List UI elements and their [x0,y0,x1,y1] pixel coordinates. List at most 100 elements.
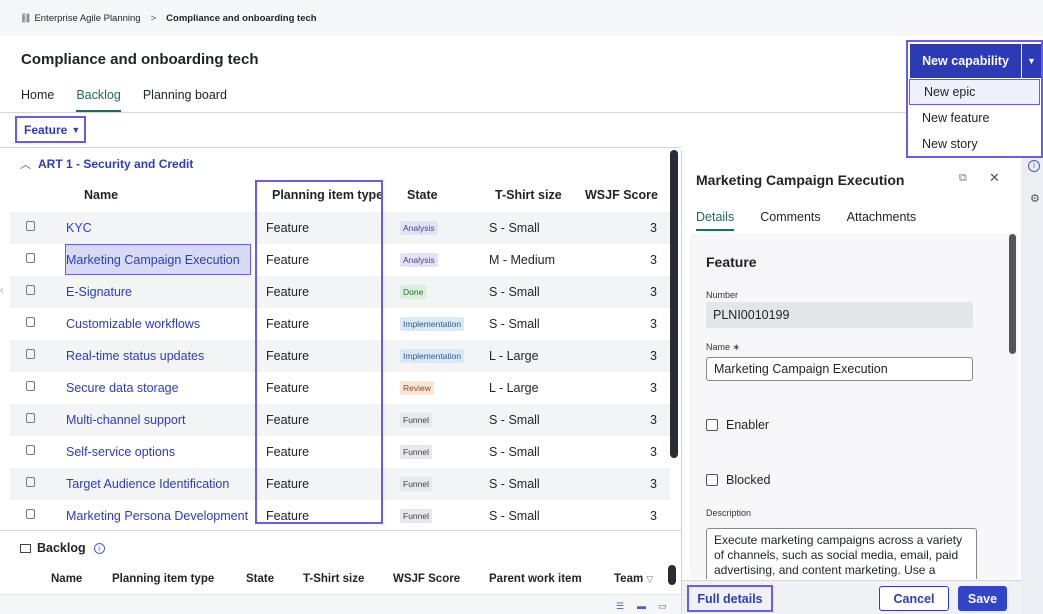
backlog-col-team-label: Team [614,573,644,585]
row-tshirt-size: S - Small [489,445,540,459]
full-details-link[interactable]: Full details [687,585,773,612]
status-badge: Implementation [400,349,465,363]
row-name-link[interactable]: Secure data storage [66,381,179,395]
panel-scrollbar[interactable] [1009,234,1016,354]
card-view-icon[interactable]: ▭ [658,601,667,612]
item-icon[interactable] [26,445,35,455]
menu-item-new-feature[interactable]: New feature [908,105,1041,131]
group-header[interactable]: ︿ ART 1 - Security and Credit [20,156,193,172]
compact-view-icon[interactable]: ☰ [616,601,624,612]
name-label: Name ∗ [706,342,740,353]
feature-filter-dropdown[interactable]: Feature ▼ [15,116,86,143]
backlog-scrollbar[interactable] [668,565,676,585]
status-badge: Analysis [400,221,438,235]
row-wsjf-score: 3 [650,445,657,459]
panel-tab-comments[interactable]: Comments [760,210,820,231]
enabler-checkbox[interactable]: Enabler [706,418,769,432]
open-external-icon[interactable]: ⧉ [959,172,967,185]
status-badge: Review [400,381,434,395]
row-name-link[interactable]: Multi-channel support [66,413,186,427]
item-icon[interactable] [26,349,35,359]
item-icon[interactable] [26,285,35,295]
item-icon[interactable] [26,221,35,231]
backlog-col-tshirt-size[interactable]: T-Shirt size [303,573,364,585]
new-capability-button[interactable]: New capability [910,44,1021,78]
name-input[interactable]: Marketing Campaign Execution [706,357,973,381]
tab-home[interactable]: Home [21,88,54,112]
col-header-name[interactable]: Name [84,188,118,202]
info-icon[interactable]: i [1028,160,1040,172]
save-button[interactable]: Save [958,586,1007,611]
col-header-state[interactable]: State [407,188,438,202]
row-wsjf-score: 3 [650,509,657,523]
chevron-down-icon[interactable]: ▼ [1022,44,1041,78]
row-name-link[interactable]: Marketing Persona Development [66,509,248,523]
menu-item-new-story[interactable]: New story [908,131,1041,157]
item-icon[interactable] [26,477,35,487]
panel-tab-attachments[interactable]: Attachments [847,210,916,231]
backlog-col-state[interactable]: State [246,573,274,585]
item-icon[interactable] [26,317,35,327]
row-wsjf-score: 3 [650,413,657,427]
item-icon[interactable] [26,253,35,263]
panel-tab-details[interactable]: Details [696,210,735,231]
row-name-link[interactable]: KYC [66,221,92,235]
gear-icon[interactable]: ⚙ [1030,192,1040,205]
backlog-col-parent-work-item[interactable]: Parent work item [489,573,582,585]
status-badge: Funnel [400,509,432,523]
row-wsjf-score: 3 [650,349,657,363]
grid-scrollbar[interactable] [670,150,678,458]
breadcrumb: ⛓ Enterprise Agile Planning > Compliance… [0,0,1043,36]
row-name-link[interactable]: Marketing Campaign Execution [66,253,240,267]
row-tshirt-size: S - Small [489,317,540,331]
backlog-section-title: Backlog i [20,541,105,555]
item-icon[interactable] [26,509,35,519]
backlog-col-name[interactable]: Name [51,573,82,585]
list-icon [20,543,31,553]
row-tshirt-size: S - Small [489,509,540,523]
enabler-checkbox-box[interactable] [706,419,718,431]
breadcrumb-separator: > [150,12,157,24]
row-wsjf-score: 3 [650,253,657,267]
new-capability-menu: New epic New feature New story [908,79,1041,157]
row-tshirt-size: S - Small [489,477,540,491]
col-header-tshirt-size[interactable]: T-Shirt size [495,188,562,202]
close-icon[interactable]: ✕ [989,170,1000,186]
feature-filter-label: Feature [24,122,68,137]
row-name-link[interactable]: Customizable workflows [66,317,200,331]
collapse-handle-icon[interactable]: ‹ [0,285,3,296]
description-textarea[interactable]: Execute marketing campaigns across a var… [706,528,977,579]
tabs-divider [0,112,906,113]
backlog-col-planning-item-type[interactable]: Planning item type [112,573,214,585]
filter-divider [0,147,681,148]
panel-footer: Full details Cancel Save [682,580,1022,614]
row-wsjf-score: 3 [650,317,657,331]
row-name-link[interactable]: E-Signature [66,285,132,299]
backlog-col-wsjf-score[interactable]: WSJF Score [393,573,460,585]
row-wsjf-score: 3 [650,285,657,299]
row-name-link[interactable]: Target Audience Identification [66,477,229,491]
tab-planning-board[interactable]: Planning board [143,88,227,112]
blocked-label: Blocked [726,473,771,487]
chevron-down-icon: ▼ [71,124,81,135]
row-name-link[interactable]: Real-time status updates [66,349,204,363]
chevron-up-icon[interactable]: ︿ [20,156,31,172]
tab-backlog[interactable]: Backlog [76,88,121,112]
panel-form: Feature Number PLNI0010199 Name ∗ Market… [690,234,1018,579]
menu-item-new-epic[interactable]: New epic [909,79,1040,105]
number-field: PLNI0010199 [706,302,973,328]
cancel-button[interactable]: Cancel [879,586,949,611]
blocked-checkbox-box[interactable] [706,474,718,486]
list-view-icon[interactable]: ▬ [637,601,646,611]
item-icon[interactable] [26,413,35,423]
row-name-link[interactable]: Self-service options [66,445,175,459]
blocked-checkbox[interactable]: Blocked [706,473,770,487]
row-wsjf-score: 3 [650,221,657,235]
col-header-wsjf-score[interactable]: WSJF Score [585,188,658,202]
row-wsjf-score: 3 [650,477,657,491]
info-icon[interactable]: i [93,542,105,554]
breadcrumb-root[interactable]: Enterprise Agile Planning [34,13,140,24]
item-icon[interactable] [26,381,35,391]
backlog-col-team[interactable]: Team ▽ [614,573,653,585]
filter-icon[interactable]: ▽ [646,574,653,584]
